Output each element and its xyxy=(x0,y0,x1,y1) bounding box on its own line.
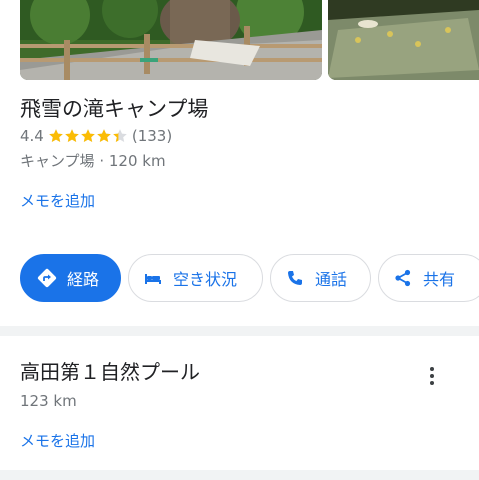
rating-value: 4.4 xyxy=(20,127,44,145)
add-memo-link[interactable]: メモを追加 xyxy=(20,190,95,211)
availability-button[interactable]: 空き状況 xyxy=(128,254,263,302)
card-divider xyxy=(0,470,479,480)
phone-icon xyxy=(285,268,305,288)
more-options-button[interactable] xyxy=(420,364,444,388)
star-icon xyxy=(113,129,127,142)
bed-icon xyxy=(143,268,163,288)
share-label: 共有 xyxy=(423,270,456,289)
place-photo[interactable] xyxy=(328,0,479,80)
directions-label: 経路 xyxy=(67,270,100,289)
place-title[interactable]: 高田第１自然プール xyxy=(20,356,200,385)
share-icon xyxy=(393,268,413,288)
place-photo[interactable] xyxy=(20,0,322,80)
more-vert-icon xyxy=(430,367,434,371)
directions-button[interactable]: 経路 xyxy=(20,254,121,302)
star-icon xyxy=(65,129,79,142)
star-icon xyxy=(81,129,95,142)
star-icon xyxy=(49,129,63,142)
review-count: (133) xyxy=(131,127,173,145)
place-title[interactable]: 飛雪の滝キャンプ場 xyxy=(20,93,208,123)
category-distance: キャンプ場 · 120 km xyxy=(20,152,166,170)
card-divider xyxy=(0,326,479,336)
star-icon xyxy=(97,129,111,142)
photo-carousel[interactable] xyxy=(20,0,479,80)
call-button[interactable]: 通話 xyxy=(270,254,371,302)
rating-row[interactable]: 4.4 (133) xyxy=(20,126,172,146)
availability-label: 空き状況 xyxy=(173,270,238,289)
place-distance: 123 km xyxy=(20,392,77,410)
place-results-page: 飛雪の滝キャンプ場 4.4 (133) キャンプ場 · 120 km メモを追加… xyxy=(0,0,479,480)
rating-stars xyxy=(48,128,128,144)
call-label: 通話 xyxy=(315,270,348,289)
share-button[interactable]: 共有 xyxy=(378,254,479,302)
add-memo-link[interactable]: メモを追加 xyxy=(20,430,95,451)
directions-icon xyxy=(37,268,57,288)
